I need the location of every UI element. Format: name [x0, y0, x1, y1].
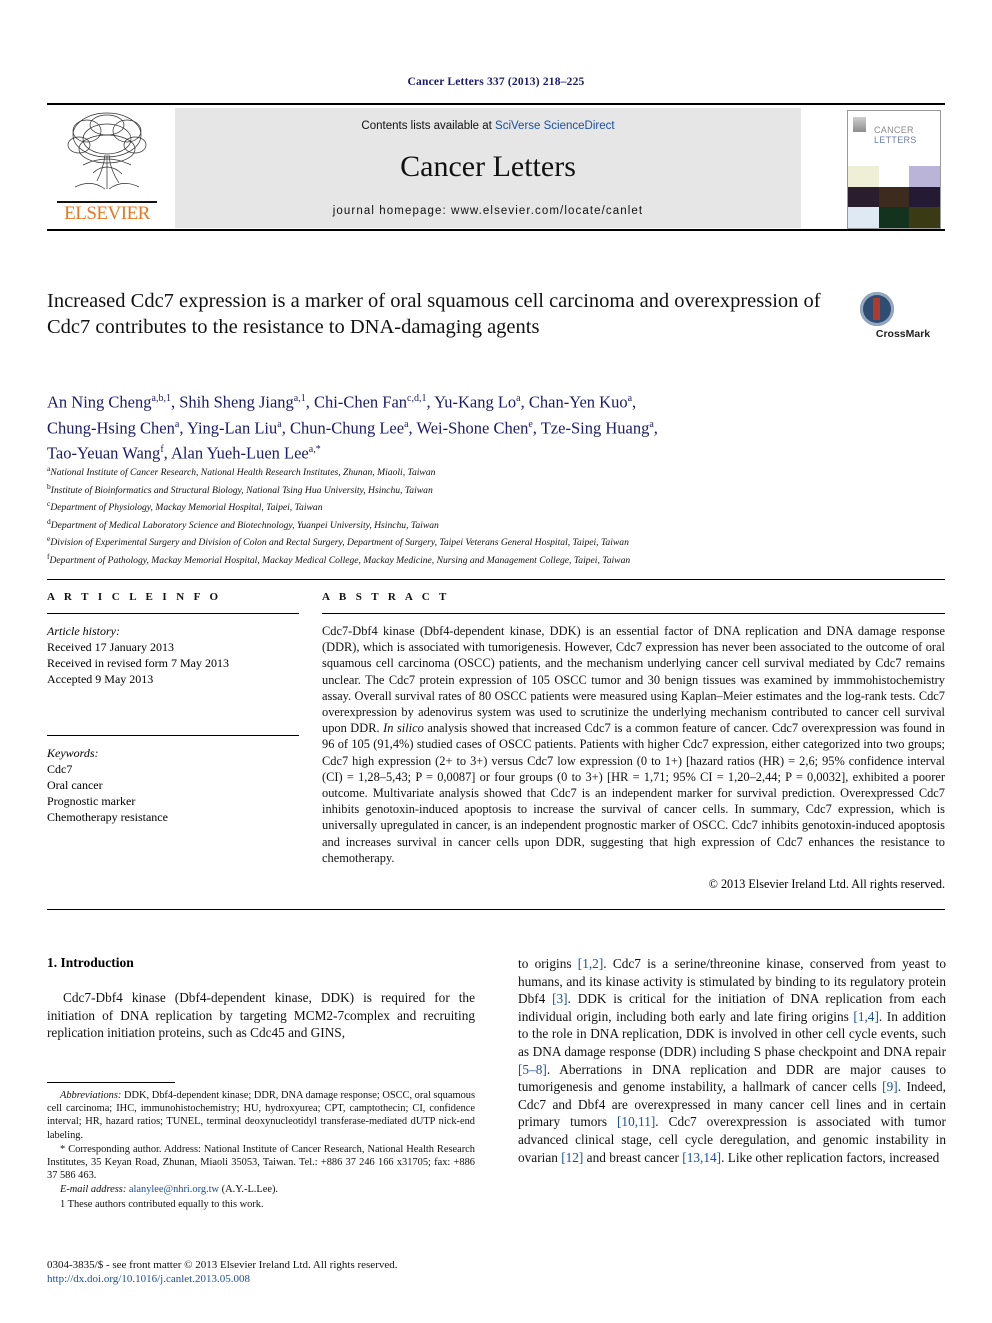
contents-available-line: Contents lists available at SciVerse Sci… [175, 120, 801, 132]
history-item: Received 17 January 2013 [47, 640, 174, 654]
abstract-column: A B S T R A C T Cdc7-Dbf4 kinase (Dbf4-d… [322, 580, 945, 892]
journal-masthead: ELSEVIER Contents lists available at Sci… [47, 103, 945, 231]
keyword-item: Oral cancer [47, 778, 103, 792]
keywords-block: Keywords: Cdc7 Oral cancer Prognostic ma… [47, 735, 299, 825]
author-list: An Ning Chenga,b,1, Shih Sheng Jianga,1,… [47, 388, 857, 465]
email-link[interactable]: alanylee@nhri.org.tw [129, 1184, 219, 1195]
keywords-divider [47, 735, 299, 736]
abstract-in-silico: In silico [383, 721, 424, 736]
cover-image-grid [848, 166, 940, 228]
contents-prefix: Contents lists available at [361, 120, 496, 132]
email-label: E-mail address: [60, 1184, 127, 1196]
affiliation-text: National Institute of Cancer Research, N… [50, 467, 436, 479]
article-info-column: A R T I C L E I N F O Article history: R… [47, 580, 299, 825]
abstract-divider [322, 613, 945, 614]
masthead-center-panel: Contents lists available at SciVerse Sci… [175, 108, 801, 228]
intro-paragraph-right: to origins [1,2]. Cdc7 is a serine/threo… [518, 955, 946, 1166]
keywords-list: Cdc7 Oral cancer Prognostic marker Chemo… [47, 761, 299, 825]
keyword-item: Prognostic marker [47, 794, 136, 808]
abbreviations-label: Abbreviations: [60, 1090, 122, 1101]
body-left-column: 1. Introduction Cdc7-Dbf4 kinase (Dbf4-d… [47, 955, 475, 1042]
citation-link[interactable]: [3] [552, 991, 568, 1006]
affiliation-item: cDepartment of Physiology, Mackay Memori… [47, 497, 927, 515]
history-item: Accepted 9 May 2013 [47, 672, 154, 686]
text-run: . Like other replication factors, increa… [721, 1149, 940, 1165]
intro-paragraph-left: Cdc7-Dbf4 kinase (Dbf4-dependent kinase,… [47, 990, 475, 1041]
cover-title-text: CANCER LETTERS [874, 125, 917, 145]
footnote-corresponding-author: * Corresponding author. Address: Nationa… [47, 1143, 475, 1182]
affiliation-item: eDivision of Experimental Surgery and Di… [47, 532, 927, 550]
citation-link[interactable]: [9] [882, 1079, 898, 1094]
footnote-block: Abbreviations: DDK, Dbf4-dependent kinas… [47, 1082, 475, 1212]
elsevier-tree-icon [57, 109, 157, 199]
elsevier-logo: ELSEVIER [51, 109, 163, 227]
affiliation-item: aNational Institute of Cancer Research, … [47, 462, 927, 480]
affiliation-text: Department of Pathology, Mackay Memorial… [49, 555, 631, 567]
affiliation-text: Department of Medical Laboratory Science… [50, 519, 439, 531]
footnote-abbreviations: Abbreviations: DDK, Dbf4-dependent kinas… [47, 1089, 475, 1142]
cover-title-line1: CANCER [874, 125, 914, 135]
abstract-part-a: Cdc7-Dbf4 kinase (Dbf4-dependent kinase,… [322, 624, 945, 736]
sciencedirect-link[interactable]: SciVerse ScienceDirect [495, 120, 615, 132]
citation-link[interactable]: [1,4] [853, 1009, 878, 1024]
author-line-3: Tao-Yeuan Wangf, Alan Yueh-Luen Leea,* [47, 443, 321, 463]
keywords-label: Keywords: [47, 746, 99, 760]
email-suffix: (A.Y.-L.Lee). [219, 1184, 279, 1196]
article-history-list: Received 17 January 2013 Received in rev… [47, 639, 299, 687]
elsevier-wordmark: ELSEVIER [64, 203, 150, 224]
abstract-copyright: © 2013 Elsevier Ireland Ltd. All rights … [708, 877, 945, 892]
body-right-column: to origins [1,2]. Cdc7 is a serine/threo… [518, 955, 946, 1166]
abstract-body: Cdc7-Dbf4 kinase (Dbf4-dependent kinase,… [322, 623, 945, 866]
cover-mini-image [853, 117, 866, 132]
author-line-1: An Ning Chenga,b,1, Shih Sheng Jianga,1,… [47, 392, 637, 412]
crossmark-label: CrossMark [875, 328, 931, 340]
keyword-item: Chemotherapy resistance [47, 810, 168, 824]
keyword-item: Cdc7 [47, 762, 73, 776]
abstract-part-b: analysis showed that increased Cdc7 is a… [322, 721, 945, 865]
citation-link[interactable]: [12] [561, 1150, 583, 1165]
affiliation-item: dDepartment of Medical Laboratory Scienc… [47, 515, 927, 533]
imprint-block: 0304-3835/$ - see front matter © 2013 El… [47, 1258, 517, 1286]
footnote-email: E-mail address: alanylee@nhri.org.tw (A.… [47, 1183, 475, 1196]
info-abstract-band: A R T I C L E I N F O Article history: R… [47, 579, 945, 910]
article-history-label: Article history: [47, 624, 120, 638]
imprint-issn-line: 0304-3835/$ - see front matter © 2013 El… [47, 1259, 398, 1271]
journal-homepage-link[interactable]: journal homepage: www.elsevier.com/locat… [175, 205, 801, 217]
footnote-divider [47, 1082, 175, 1083]
affiliation-text: Institute of Bioinformatics and Structur… [50, 484, 433, 496]
abstract-heading: A B S T R A C T [322, 591, 450, 603]
affiliation-item: bInstitute of Bioinformatics and Structu… [47, 480, 927, 498]
affiliation-item: fDepartment of Pathology, Mackay Memoria… [47, 550, 927, 568]
doi-link[interactable]: http://dx.doi.org/10.1016/j.canlet.2013.… [47, 1272, 517, 1286]
article-info-divider [47, 613, 299, 614]
article-page: Cancer Letters 337 (2013) 218–225 ELSEVI… [0, 0, 992, 1323]
running-head: Cancer Letters 337 (2013) 218–225 [407, 76, 585, 88]
affiliation-list: aNational Institute of Cancer Research, … [47, 462, 927, 568]
citation-link[interactable]: [13,14] [682, 1150, 721, 1165]
crossmark-icon [860, 292, 894, 326]
title-block: Increased Cdc7 expression is a marker of… [47, 288, 847, 340]
footnote-equal-contribution: 1 These authors contributed equally to t… [60, 1198, 264, 1210]
text-run: to origins [518, 956, 578, 971]
history-item: Received in revised form 7 May 2013 [47, 656, 229, 670]
journal-title: Cancer Letters [400, 150, 576, 183]
crossmark-badge[interactable]: CrossMark [860, 292, 946, 342]
author-line-2: Chung-Hsing Chena, Ying-Lan Liua, Chun-C… [47, 418, 658, 437]
page-title: Increased Cdc7 expression is a marker of… [47, 290, 821, 338]
affiliation-text: Division of Experimental Surgery and Div… [50, 537, 629, 549]
citation-link[interactable]: [10,11] [617, 1114, 655, 1129]
affiliation-text: Department of Physiology, Mackay Memoria… [50, 502, 323, 514]
section-heading-introduction: 1. Introduction [47, 955, 134, 970]
journal-cover-thumbnail: CANCER LETTERS [847, 110, 941, 229]
text-run: and breast cancer [583, 1149, 683, 1165]
article-info-heading: A R T I C L E I N F O [47, 591, 222, 603]
citation-link[interactable]: [1,2] [578, 956, 603, 971]
cover-title-line2: LETTERS [874, 135, 917, 145]
citation-link[interactable]: [5–8] [518, 1062, 547, 1077]
